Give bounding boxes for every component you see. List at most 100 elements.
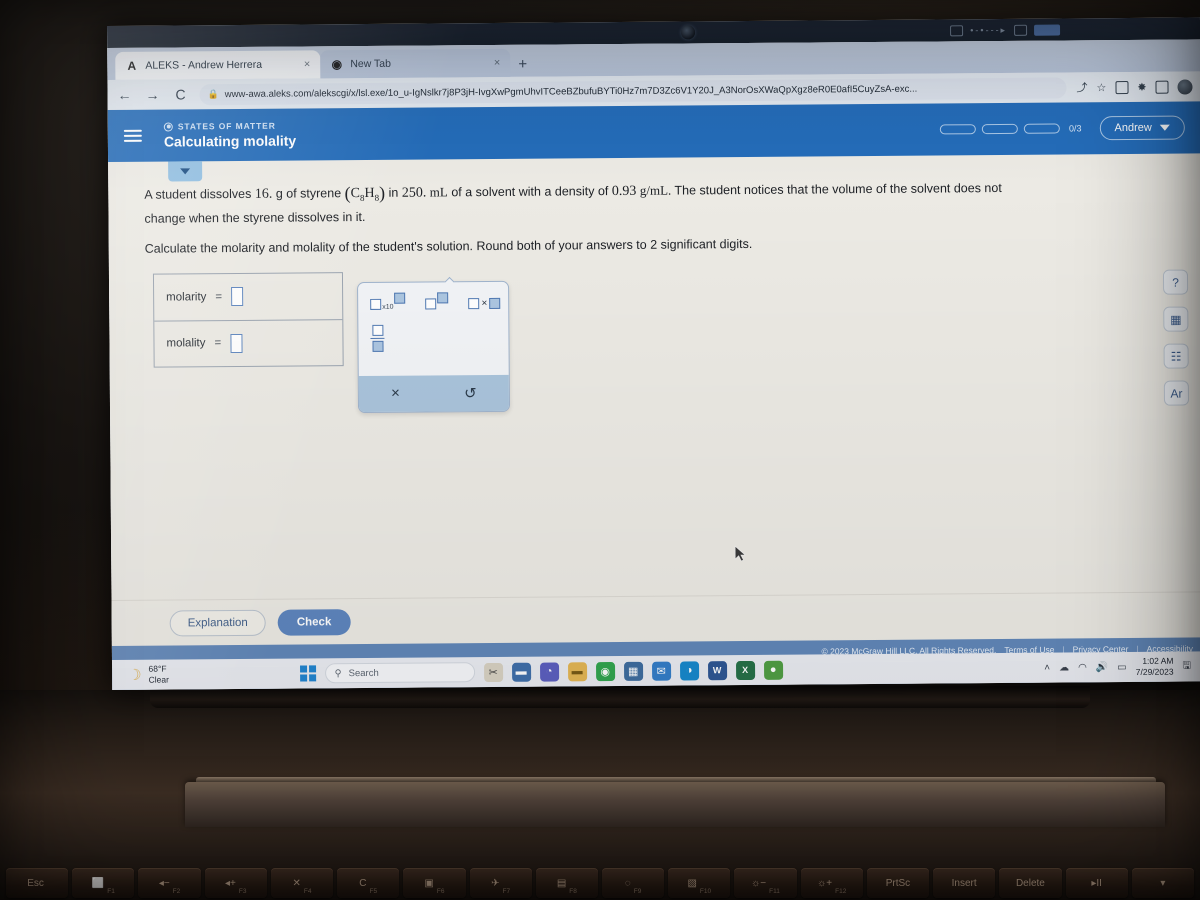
wifi-icon[interactable]: ◠ <box>1078 662 1087 673</box>
search-placeholder: Search <box>348 667 379 679</box>
clock[interactable]: 1:02 AM 7/29/2023 <box>1136 656 1174 678</box>
progress-count: 0/3 <box>1068 123 1082 134</box>
fraction-button[interactable] <box>370 324 385 353</box>
question-content: A student dissolves 16. g of styrene (C8… <box>144 174 1175 424</box>
periodic-table-icon[interactable]: Ar <box>1163 380 1190 406</box>
moon-icon: ☽ <box>128 666 142 684</box>
mail-icon[interactable]: ✉ <box>651 661 671 681</box>
chrome-browser-window: A ALEKS - Andrew Herrera × ◉ New Tab × +… <box>107 39 1200 690</box>
start-button[interactable] <box>299 665 316 682</box>
key-prtsc[interactable]: PrtSc <box>866 868 930 898</box>
share-icon[interactable]: ⤴ <box>1076 79 1087 95</box>
puzzle-icon[interactable]: ✸ <box>1137 80 1146 93</box>
molarity-label: molarity <box>166 290 207 304</box>
tab-close-icon[interactable]: × <box>304 58 311 70</box>
tab-new-tab[interactable]: ◉ New Tab × <box>320 48 511 79</box>
explanation-button[interactable]: Explanation <box>169 609 266 637</box>
teams-icon[interactable]: ◔ <box>539 661 559 682</box>
molality-input[interactable] <box>230 333 243 353</box>
key-insert[interactable]: Insert <box>933 868 996 898</box>
file-explorer-icon[interactable]: ▬ <box>511 662 531 682</box>
reload-button[interactable]: C <box>171 86 189 102</box>
search-input[interactable]: ⚲ Search <box>324 662 475 684</box>
volume-icon[interactable]: 🔊 <box>1096 662 1109 673</box>
tab-close-icon[interactable]: × <box>494 57 501 69</box>
extension-icon[interactable] <box>1115 80 1129 94</box>
battery-icon[interactable]: ▭ <box>1117 662 1127 673</box>
calculator-icon[interactable]: ▦ <box>623 661 643 681</box>
answer-zone: molarity = molality = x10 × × ↺ <box>145 265 1175 423</box>
laptop-hinge <box>150 686 1090 708</box>
calculator-icon[interactable]: ▦ <box>1163 306 1189 332</box>
q-density-value: 0.93 <box>611 183 637 200</box>
weather-widget[interactable]: ☽ 68°F Clear <box>128 664 169 686</box>
address-bar[interactable]: 🔒 www-awa.aleks.com/alekscgi/x/lsl.exe/1… <box>199 76 1067 105</box>
onedrive-icon[interactable]: ☁ <box>1059 662 1069 673</box>
q-density-unit: g/mL. <box>639 182 672 198</box>
excel-icon[interactable]: X <box>735 660 755 680</box>
key-f4[interactable]: ✕ F4 <box>270 868 334 898</box>
bezel-chip-2 <box>1014 24 1028 36</box>
q-volume-value: 250. <box>401 185 427 201</box>
fraction-bar <box>370 337 385 340</box>
condition: Clear <box>148 674 169 685</box>
notification-icon[interactable]: 🖫 <box>1182 658 1191 675</box>
tool-rail: ? ▦ ☷ Ar <box>1162 269 1190 406</box>
key-f10[interactable]: ▧ F10 <box>668 868 731 898</box>
back-button[interactable]: ← <box>115 87 133 103</box>
bookmark-star-icon[interactable]: ☆ <box>1096 81 1106 94</box>
tab-group-icon[interactable] <box>1155 80 1169 94</box>
key-extra[interactable]: ▾ <box>1131 868 1194 898</box>
chrome-icon[interactable]: ◉ <box>595 661 615 681</box>
palette-grid: x10 × <box>358 281 509 353</box>
word-icon[interactable]: W <box>707 660 727 680</box>
key-delete[interactable]: Delete <box>999 868 1062 898</box>
topic-label: STATES OF MATTER <box>177 120 276 132</box>
taskbar-center: ⚲ Search ✂ ▬ ◔ ▬ ◉ ▦ ✉ ◑ W X ● <box>299 660 783 684</box>
key-f2[interactable]: ◂− F2 <box>138 868 201 898</box>
snipping-tool-icon[interactable]: ✂ <box>483 662 503 682</box>
key-f11[interactable]: ☼− F11 <box>734 868 797 898</box>
topic-kicker: STATES OF MATTER <box>163 120 296 132</box>
denominator-box-icon <box>371 341 384 353</box>
tab-aleks[interactable]: A ALEKS - Andrew Herrera × <box>115 50 321 80</box>
aleks-header: STATES OF MATTER Calculating molality 0/… <box>107 101 1200 162</box>
key-f3[interactable]: ◂+ F3 <box>204 868 267 898</box>
key-f1[interactable]: ⬜ F1 <box>72 868 135 898</box>
check-button[interactable]: Check <box>277 608 351 636</box>
scientific-notation-button[interactable]: x10 <box>370 292 406 316</box>
tab-title: ALEKS - Andrew Herrera <box>145 58 263 72</box>
key-f8[interactable]: ▤ F8 <box>535 868 598 898</box>
q-text: The student notices that the volume of t… <box>674 180 1002 198</box>
forward-button[interactable]: → <box>143 87 161 103</box>
profile-avatar[interactable] <box>1177 78 1193 95</box>
collapse-header-button[interactable] <box>168 161 203 182</box>
chart-icon[interactable]: ☷ <box>1163 343 1189 369</box>
palette-row: x10 × <box>370 292 501 317</box>
equals-sign: = <box>214 337 222 350</box>
molarity-input[interactable] <box>231 287 244 307</box>
user-menu-button[interactable]: Andrew <box>1099 115 1185 141</box>
fraction-icon <box>370 324 385 353</box>
key-f6[interactable]: ▣ F6 <box>403 868 466 898</box>
menu-icon[interactable] <box>123 129 142 142</box>
help-icon[interactable]: ? <box>1162 269 1189 295</box>
temperature: 68°F <box>148 663 167 675</box>
key-f12[interactable]: ☼+ F12 <box>800 868 863 898</box>
new-tab-button[interactable]: + <box>510 56 537 77</box>
q-text: in <box>388 185 399 200</box>
folder-icon[interactable]: ▬ <box>567 661 587 681</box>
chevron-up-icon[interactable]: ˄ <box>1044 662 1050 673</box>
key-f5[interactable]: C F5 <box>337 868 400 898</box>
undo-button[interactable]: ↺ <box>464 384 477 402</box>
page-title: Calculating molality <box>163 132 297 150</box>
key-f7[interactable]: ✈ F7 <box>469 868 532 898</box>
edge-icon[interactable]: ◑ <box>679 660 699 681</box>
key-f9[interactable]: ◌ F9 <box>601 868 665 898</box>
aleks-icon[interactable]: ● <box>763 660 783 680</box>
clear-button[interactable]: × <box>391 385 400 402</box>
multiply-button[interactable]: × <box>468 292 501 316</box>
key-playpause[interactable]: ▸II <box>1065 868 1128 898</box>
superscript-button[interactable] <box>425 292 449 316</box>
key-esc[interactable]: Esc <box>6 868 69 898</box>
